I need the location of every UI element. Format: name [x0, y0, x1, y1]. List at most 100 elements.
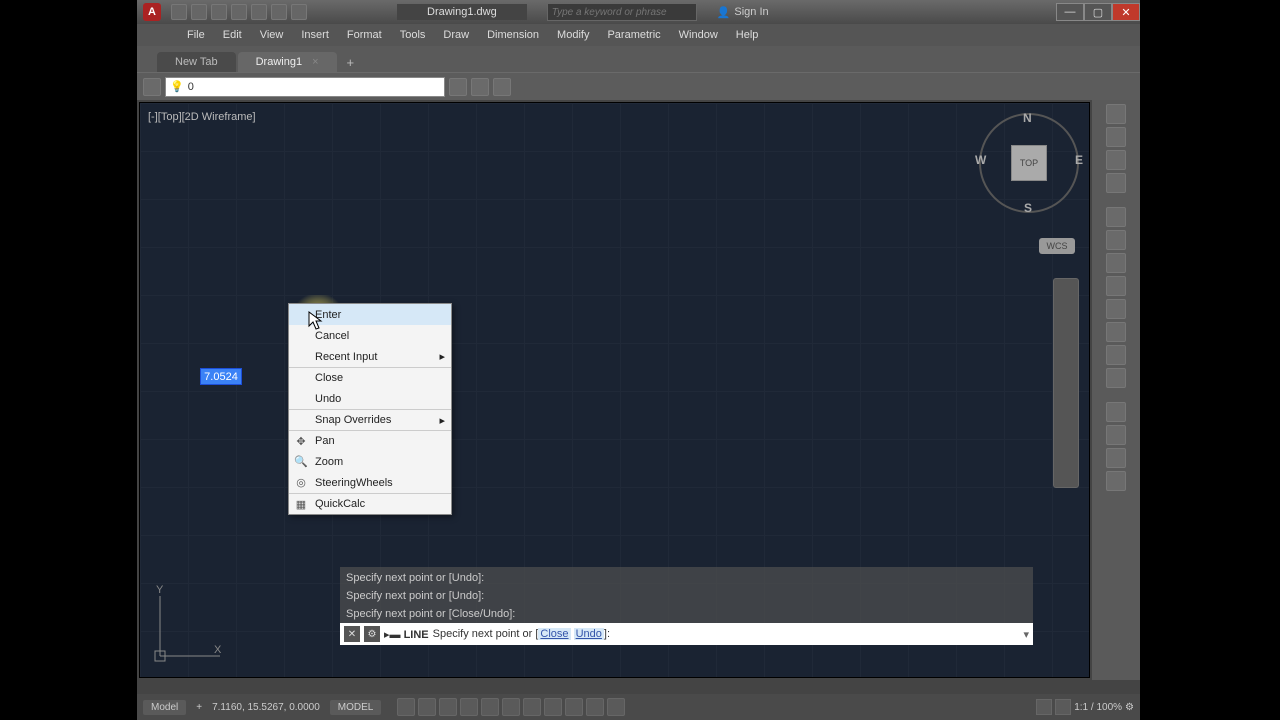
polar-toggle-icon[interactable]	[460, 698, 478, 716]
wcs-badge[interactable]: WCS	[1039, 238, 1075, 254]
menu-modify[interactable]: Modify	[557, 29, 589, 41]
tool-stretch-icon[interactable]	[1106, 253, 1126, 273]
annotation-scale-icon[interactable]	[1036, 699, 1052, 715]
cmdline-config-icon[interactable]: ⚙	[364, 626, 380, 642]
otrack-toggle-icon[interactable]	[502, 698, 520, 716]
titlebar: A Drawing1.dwg 👤 Sign In — ▢ ✕	[137, 0, 1140, 24]
signin-button[interactable]: 👤 Sign In	[717, 6, 769, 19]
layer-tool-3-icon[interactable]	[493, 78, 511, 96]
menu-insert[interactable]: Insert	[301, 29, 329, 41]
tool-mirror-icon[interactable]	[1106, 299, 1126, 319]
qat-plot-icon[interactable]	[251, 4, 267, 20]
tool-rotate-icon[interactable]	[1106, 276, 1126, 296]
minimize-button[interactable]: —	[1056, 3, 1084, 21]
qat-saveas-icon[interactable]	[231, 4, 247, 20]
dyn-input-toggle-icon[interactable]	[607, 698, 625, 716]
tool-move-icon[interactable]	[1106, 207, 1126, 227]
ctx-close[interactable]: Close	[289, 367, 451, 388]
lightbulb-icon: 💡	[170, 80, 184, 93]
qat-open-icon[interactable]	[191, 4, 207, 20]
ctx-quickcalc[interactable]: ▦QuickCalc	[289, 493, 451, 514]
menu-view[interactable]: View	[260, 29, 284, 41]
menu-file[interactable]: File	[187, 29, 205, 41]
viewcube-north[interactable]: N	[1023, 111, 1032, 125]
qat-undo-icon[interactable]	[271, 4, 287, 20]
cmd-option-close[interactable]: Close	[538, 628, 570, 640]
menu-format[interactable]: Format	[347, 29, 382, 41]
grid-toggle-icon[interactable]	[397, 698, 415, 716]
menu-help[interactable]: Help	[736, 29, 759, 41]
tool-arc-icon[interactable]	[1106, 173, 1126, 193]
tool-block-icon[interactable]	[1106, 425, 1126, 445]
cmdline-close-icon[interactable]: ✕	[344, 626, 360, 642]
navigation-bar[interactable]	[1053, 278, 1079, 488]
qat-redo-icon[interactable]	[291, 4, 307, 20]
tool-measure-icon[interactable]	[1106, 448, 1126, 468]
viewcube-east[interactable]: E	[1075, 153, 1083, 167]
ctx-recent-input[interactable]: Recent Input▸	[289, 346, 451, 367]
ortho-toggle-icon[interactable]	[439, 698, 457, 716]
menu-window[interactable]: Window	[679, 29, 718, 41]
tool-copy-icon[interactable]	[1106, 230, 1126, 250]
dynamic-ucs-icon[interactable]	[586, 698, 604, 716]
menu-edit[interactable]: Edit	[223, 29, 242, 41]
cycling-toggle-icon[interactable]	[565, 698, 583, 716]
workspace-switch-icon[interactable]	[1055, 699, 1071, 715]
tool-scale-icon[interactable]	[1106, 322, 1126, 342]
drawing-canvas[interactable]: [-][Top][2D Wireframe] 7.0524 N S W E TO…	[139, 102, 1090, 678]
tool-text-icon[interactable]	[1106, 471, 1126, 491]
tab-add-button[interactable]: +	[339, 53, 363, 72]
tool-erase-icon[interactable]	[1106, 368, 1126, 388]
tool-circle-icon[interactable]	[1106, 150, 1126, 170]
lineweight-toggle-icon[interactable]	[523, 698, 541, 716]
tool-line-icon[interactable]	[1106, 104, 1126, 124]
model-tab-button[interactable]: Model	[143, 700, 186, 715]
ctx-zoom[interactable]: 🔍Zoom	[289, 451, 451, 472]
help-search-input[interactable]	[547, 3, 697, 21]
menubar: File Edit View Insert Format Tools Draw …	[137, 24, 1140, 46]
cmdline-dropdown-icon[interactable]: ▾	[1023, 628, 1029, 641]
osnap-toggle-icon[interactable]	[481, 698, 499, 716]
snap-toggle-icon[interactable]	[418, 698, 436, 716]
layer-tool-2-icon[interactable]	[471, 78, 489, 96]
ctx-pan[interactable]: ✥Pan	[289, 430, 451, 451]
command-line[interactable]: ✕ ⚙ ▸▬ LINE Specify next point or [ Clos…	[340, 623, 1033, 645]
cmd-option-undo[interactable]: Undo	[574, 628, 604, 640]
tool-polyline-icon[interactable]	[1106, 127, 1126, 147]
ctx-snap-overrides[interactable]: Snap Overrides▸	[289, 409, 451, 430]
close-button[interactable]: ✕	[1112, 3, 1140, 21]
viewcube-south[interactable]: S	[1024, 201, 1032, 215]
layer-manager-icon[interactable]	[143, 78, 161, 96]
space-indicator[interactable]: MODEL	[330, 700, 382, 715]
tool-hatch-icon[interactable]	[1106, 402, 1126, 422]
qat-save-icon[interactable]	[211, 4, 227, 20]
tab-drawing1[interactable]: Drawing1×	[238, 52, 337, 72]
tab-new[interactable]: New Tab	[157, 52, 236, 72]
customize-icon[interactable]: ⚙	[1125, 702, 1134, 713]
layer-dropdown[interactable]: 💡 0	[165, 77, 445, 97]
layer-tool-1-icon[interactable]	[449, 78, 467, 96]
app-logo-icon[interactable]: A	[143, 3, 161, 21]
viewcube-west[interactable]: W	[975, 153, 986, 167]
ctx-undo[interactable]: Undo	[289, 388, 451, 409]
maximize-button[interactable]: ▢	[1084, 3, 1112, 21]
transparency-toggle-icon[interactable]	[544, 698, 562, 716]
menu-dimension[interactable]: Dimension	[487, 29, 539, 41]
scale-readout[interactable]: 1:1 / 100%	[1074, 702, 1122, 713]
viewcube[interactable]: N S W E TOP	[979, 113, 1079, 213]
viewcube-top[interactable]: TOP	[1011, 145, 1047, 181]
ucs-icon: Y X	[150, 586, 230, 669]
menu-parametric[interactable]: Parametric	[607, 29, 660, 41]
tool-trim-icon[interactable]	[1106, 345, 1126, 365]
menu-draw[interactable]: Draw	[443, 29, 469, 41]
menu-tools[interactable]: Tools	[400, 29, 426, 41]
ctx-cancel[interactable]: Cancel	[289, 325, 451, 346]
wheel-icon: ◎	[293, 475, 309, 491]
tab-close-icon[interactable]: ×	[312, 56, 318, 68]
ctx-steeringwheels[interactable]: ◎SteeringWheels	[289, 472, 451, 493]
ctx-enter[interactable]: Enter	[289, 304, 451, 325]
qat-new-icon[interactable]	[171, 4, 187, 20]
layout-add-icon[interactable]: +	[196, 702, 202, 713]
dynamic-input[interactable]: 7.0524	[200, 368, 242, 385]
calc-icon: ▦	[293, 496, 309, 512]
